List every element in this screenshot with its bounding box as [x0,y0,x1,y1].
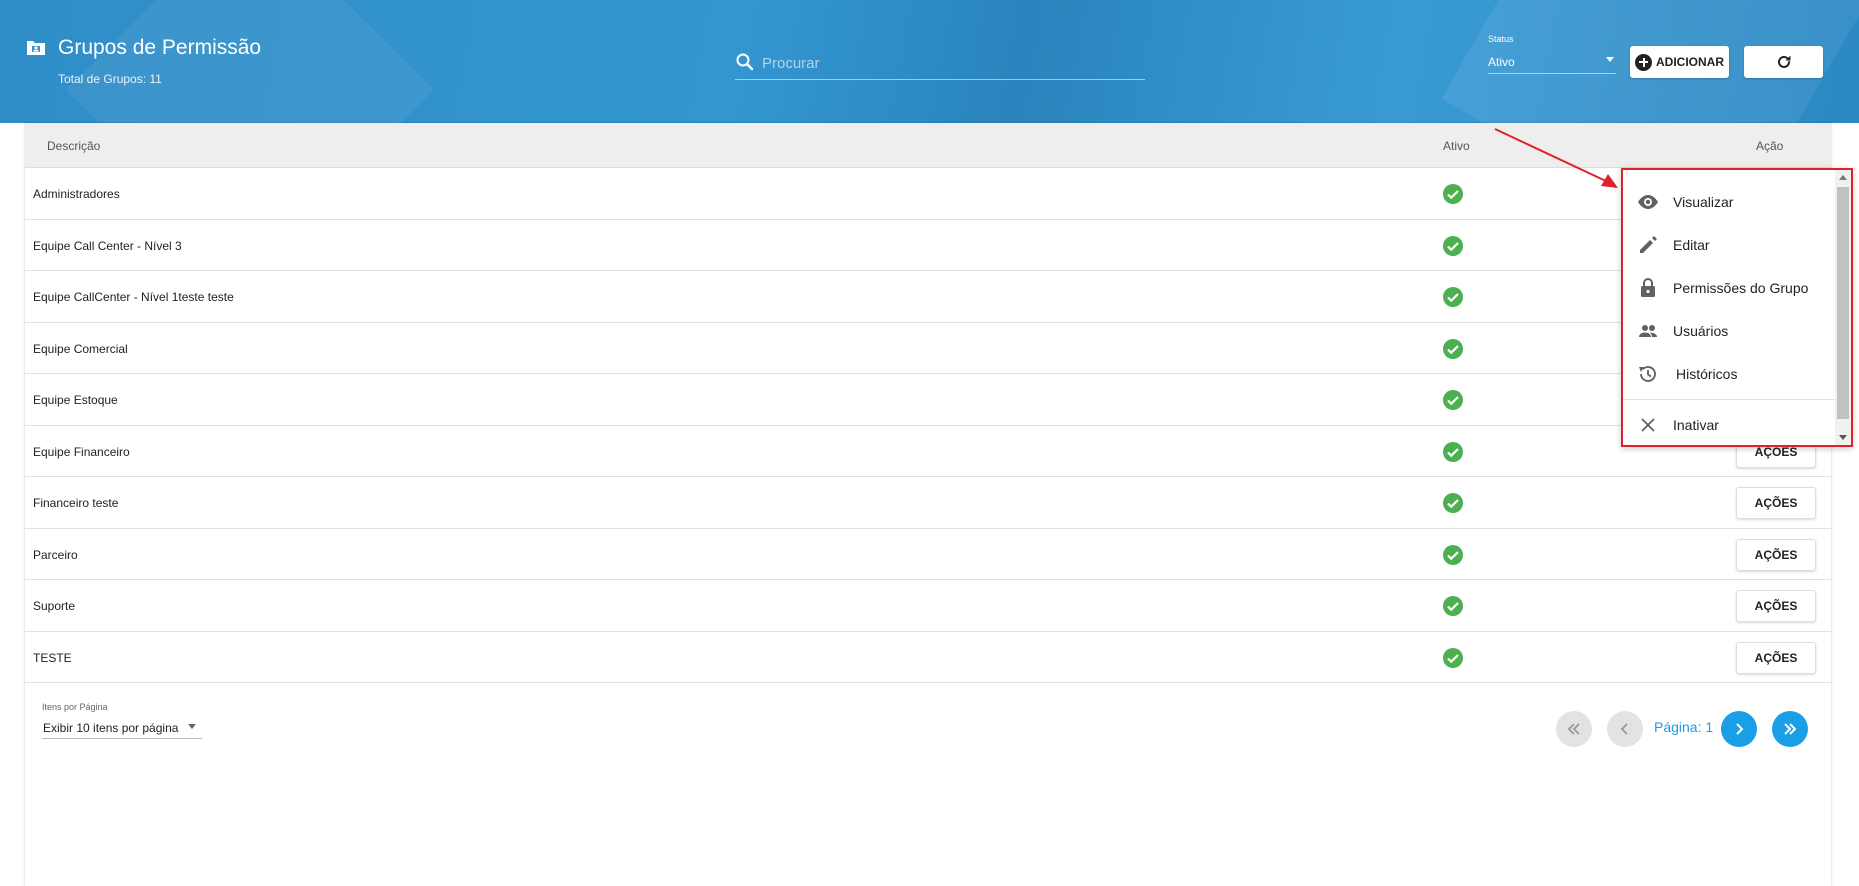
table-row: Parceiro AÇÕES [25,529,1831,580]
menu-item-inativar[interactable]: Inativar [1623,405,1835,445]
page-title-group: Grupos de Permissão [26,36,261,60]
actions-dropdown-menu: Visualizar Editar Permissões do Grupo Us… [1621,168,1853,447]
chevron-down-icon [1606,57,1614,62]
check-circle-icon [1443,338,1463,359]
double-chevron-left-icon [1567,723,1580,735]
row-description: Financeiro teste [33,496,119,510]
column-header-acao: Ação [1756,139,1784,153]
check-circle-icon [1443,441,1463,462]
menu-item-historicos[interactable]: Históricos [1623,354,1835,394]
scroll-down-arrow-icon[interactable] [1839,435,1847,440]
actions-button[interactable]: AÇÕES [1736,590,1816,622]
check-circle-icon [1443,493,1463,513]
row-description: TESTE [33,650,72,665]
people-icon [1639,325,1657,337]
current-page-indicator: Página: 1 [1654,719,1714,735]
previous-page-button[interactable] [1607,711,1643,747]
chevron-down-icon [188,724,196,729]
check-circle-icon [1443,184,1463,204]
table-row: Financeiro teste AÇÕES [25,477,1831,529]
actions-button[interactable]: AÇÕES [1736,641,1816,674]
table-row: Equipe Comercial [25,323,1831,374]
row-description: Parceiro [33,547,78,562]
close-icon [1641,418,1655,432]
search-input[interactable] [762,50,1142,76]
status-value: Ativo [1488,55,1515,69]
scroll-up-arrow-icon[interactable] [1839,175,1847,180]
refresh-icon [1777,55,1790,68]
double-chevron-right-icon [1784,723,1797,735]
menu-item-label: Usuários [1673,323,1729,339]
menu-item-visualizar[interactable]: Visualizar [1623,182,1835,222]
column-header-ativo: Ativo [1443,139,1470,153]
items-per-page-label: Itens por Página [42,702,108,712]
menu-item-usuarios[interactable]: Usuários [1623,311,1835,351]
add-button-label: ADICIONAR [1656,55,1724,69]
last-page-button[interactable] [1772,711,1808,747]
actions-button[interactable]: AÇÕES [1736,538,1816,571]
row-description: Equipe CallCenter - Nível 1teste teste [33,290,234,304]
menu-item-label: Editar [1673,237,1710,253]
column-header-descricao: Descrição [47,139,101,153]
first-page-button[interactable] [1556,711,1592,747]
menu-item-editar[interactable]: Editar [1623,225,1835,265]
refresh-button[interactable] [1744,46,1823,78]
page-title: Grupos de Permissão [58,36,262,59]
row-description: Equipe Call Center - Nível 3 [33,238,182,253]
menu-item-label: Permissões do Grupo [1673,280,1809,296]
items-per-page-value: Exibir 10 itens por página [43,721,179,735]
status-label: Status [1488,34,1514,44]
check-circle-icon [1443,235,1463,256]
menu-item-label: Visualizar [1673,194,1734,210]
total-groups-count: Total de Grupos: 11 [58,72,162,86]
folder-account-icon [27,41,45,55]
groups-table-card: Descrição Ativo Ação Administradores Equ… [25,123,1831,886]
history-icon [1639,366,1656,382]
check-circle-icon [1443,647,1463,668]
next-page-button[interactable] [1721,711,1757,747]
row-description: Equipe Estoque [33,393,118,407]
add-button[interactable]: ADICIONAR [1630,46,1729,78]
annotation-arrow [1494,128,1618,188]
pencil-icon [1640,236,1657,253]
search-icon [736,53,754,71]
plus-circle-icon [1635,53,1652,71]
table-row: Equipe Estoque [25,374,1831,426]
scrollbar-thumb[interactable] [1837,187,1849,419]
lock-icon [1641,278,1655,297]
table-row: Equipe Call Center - Nível 3 [25,220,1831,271]
chevron-right-icon [1736,723,1744,735]
row-description: Equipe Financeiro [33,444,130,459]
menu-item-label: Históricos [1676,366,1738,382]
search-field [735,50,1145,80]
status-select[interactable]: Status Ativo [1488,34,1616,74]
check-circle-icon [1443,287,1463,307]
chevron-left-icon [1620,723,1628,735]
check-circle-icon [1443,544,1463,565]
row-description: Equipe Comercial [33,341,128,356]
table-row: Equipe Financeiro AÇÕES [25,426,1831,477]
menu-divider [1623,399,1835,400]
actions-button[interactable]: AÇÕES [1736,487,1816,519]
menu-scrollbar[interactable] [1835,170,1851,445]
menu-item-permissoes[interactable]: Permissões do Grupo [1623,268,1835,308]
row-description: Suporte [33,599,76,613]
table-row: Suporte AÇÕES [25,580,1831,632]
check-circle-icon [1443,390,1463,410]
table-row: TESTE AÇÕES [25,632,1831,683]
menu-item-label: Inativar [1673,417,1719,433]
row-description: Administradores [33,187,120,201]
items-per-page-select[interactable]: Itens por Página Exibir 10 itens por pág… [42,702,202,739]
table-row: Equipe CallCenter - Nível 1teste teste [25,271,1831,323]
eye-icon [1638,195,1658,209]
check-circle-icon [1443,596,1463,616]
